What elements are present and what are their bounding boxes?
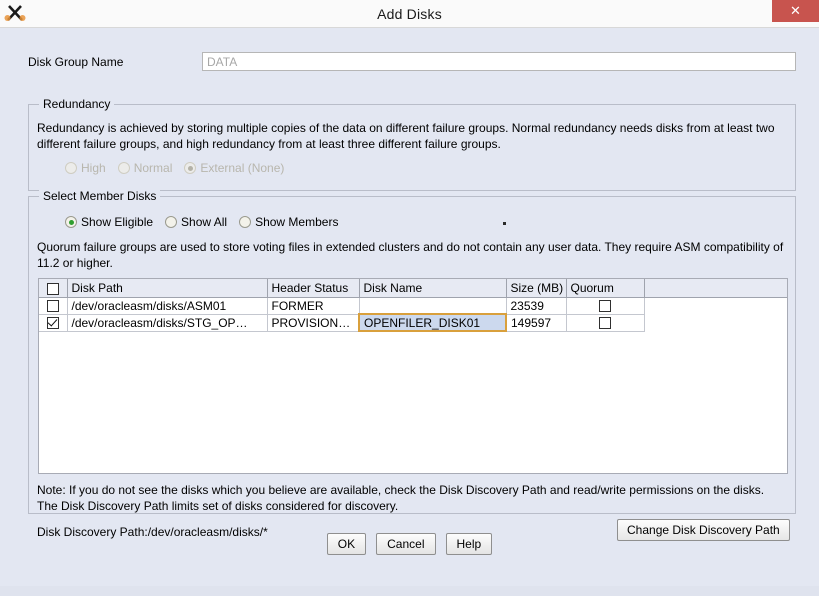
quorum-checkbox[interactable] [599,317,611,330]
column-header-header-status[interactable]: Header Status [267,279,360,298]
window-title: Add Disks [377,5,442,22]
quorum-note: Quorum failure groups are used to store … [37,240,784,270]
disk-table: Disk Path Header Status Disk Name Size (… [39,279,787,332]
radio-dot-show-all [165,216,178,228]
radio-show-eligible[interactable]: Show Eligible [65,215,153,229]
radio-label-show-eligible: Show Eligible [81,215,154,229]
disk-group-name-label: Disk Group Name [28,54,124,69]
radio-label-high: High [81,161,106,175]
disk-filter-radio-group: Show Eligible Show All Show Members [65,215,350,229]
radio-dot-normal [117,162,130,174]
radio-label-external: External (None) [200,161,285,175]
radio-dot-show-eligible [65,216,77,228]
radio-label-show-all: Show All [181,215,228,229]
disk-group-name-row: Disk Group Name DATA [28,52,796,71]
cell-disk-path[interactable]: /dev/oracleasm/disks/ASM01 [67,297,268,315]
cursor-artifact [503,222,506,225]
add-disks-dialog: Disk Group Name DATA Redundancy Redundan… [0,28,819,596]
ok-button[interactable]: OK [326,533,367,555]
row-select-cell[interactable] [39,314,68,332]
cell-disk-name[interactable] [359,297,507,315]
cancel-button[interactable]: Cancel [376,533,436,555]
radio-label-show-members: Show Members [255,215,339,229]
column-header-disk-name[interactable]: Disk Name [359,279,507,298]
redundancy-group: Redundancy Redundancy is achieved by sto… [28,97,796,191]
radio-redundancy-external[interactable]: External (None) [184,161,284,175]
disk-table-header-row: Disk Path Header Status Disk Name Size (… [39,279,787,298]
redundancy-radio-group: High Normal External (None) [65,161,296,175]
cell-header-status[interactable]: PROVISIONED [267,314,360,332]
redundancy-legend: Redundancy [39,97,115,111]
help-button[interactable]: Help [445,533,493,555]
close-icon[interactable]: ✕ [772,0,819,22]
table-row[interactable]: /dev/oracleasm/disks/ASM01 FORMER 23539 [39,297,787,315]
radio-dot-external [184,162,197,174]
radio-show-members[interactable]: Show Members [239,215,338,229]
cell-disk-name[interactable]: OPENFILER_DISK01 [358,313,507,332]
column-header-filler [644,279,787,298]
radio-redundancy-high[interactable]: High [65,161,106,175]
radio-redundancy-normal[interactable]: Normal [117,161,173,175]
cell-quorum[interactable] [566,297,645,315]
x11-icon [2,0,30,27]
cell-size-mb[interactable]: 149597 [506,314,567,332]
radio-show-all[interactable]: Show All [165,215,227,229]
table-row[interactable]: /dev/oracleasm/disks/STG_OP… PROVISIONED… [39,313,787,332]
column-header-quorum[interactable]: Quorum [566,279,645,298]
dialog-footer: OK Cancel Help [0,533,819,555]
cell-filler [644,314,787,331]
row-select-cell[interactable] [39,297,68,315]
quorum-checkbox[interactable] [599,300,611,313]
column-header-disk-path[interactable]: Disk Path [67,279,268,298]
row-select-checkbox[interactable] [46,300,59,313]
column-header-select-all[interactable] [39,279,68,298]
column-header-size[interactable]: Size (MB) [506,279,567,298]
row-select-checkbox[interactable] [46,317,59,330]
radio-label-normal: Normal [133,161,173,175]
disk-table-container[interactable]: Disk Path Header Status Disk Name Size (… [38,278,788,474]
select-member-disks-group: Select Member Disks Show Eligible Show A… [28,189,796,541]
radio-dot-show-members [239,216,252,228]
cell-size-mb[interactable]: 23539 [506,297,567,315]
disk-group-name-input[interactable]: DATA [202,52,796,71]
select-all-checkbox[interactable] [46,282,59,295]
cell-disk-path[interactable]: /dev/oracleasm/disks/STG_OP… [67,314,268,332]
discovery-note: Note: If you do not see the disks which … [37,483,765,513]
select-member-disks-legend: Select Member Disks [39,189,161,203]
radio-dot-high [65,162,77,174]
cell-filler [644,297,787,314]
cell-quorum[interactable] [566,314,645,332]
window-title-bar: Add Disks ✕ [0,0,819,28]
cell-header-status[interactable]: FORMER [267,297,360,315]
redundancy-description: Redundancy is achieved by storing multip… [37,121,775,151]
